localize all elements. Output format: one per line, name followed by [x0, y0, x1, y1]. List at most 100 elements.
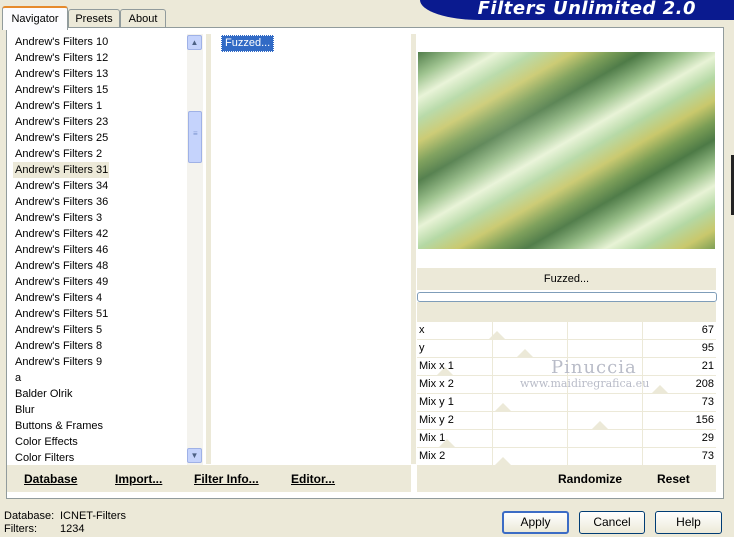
- slider-tick: [642, 322, 643, 339]
- slider-thumb[interactable]: [495, 403, 511, 411]
- parameter-label: y: [419, 342, 425, 354]
- column-divider: [206, 34, 211, 464]
- parameter-label: Mix x 1: [419, 360, 454, 372]
- parameter-value: 73: [701, 450, 714, 462]
- parameter-slider[interactable]: Mix 1 29: [417, 430, 716, 447]
- list-item[interactable]: a: [13, 370, 188, 386]
- parameter-value: 67: [701, 324, 714, 336]
- parameter-slider[interactable]: Mix 2 73: [417, 448, 716, 465]
- list-item[interactable]: Buttons & Frames: [13, 418, 188, 434]
- list-item[interactable]: Andrew's Filters 5: [13, 322, 188, 338]
- scroll-thumb[interactable]: ≡: [188, 111, 202, 163]
- list-item[interactable]: Color Effects: [13, 434, 188, 450]
- apply-button[interactable]: Apply: [502, 511, 569, 534]
- scroll-down-button[interactable]: ▼: [187, 448, 202, 463]
- list-item[interactable]: Andrew's Filters 36: [13, 194, 188, 210]
- parameter-value: 29: [701, 432, 714, 444]
- list-item[interactable]: Andrew's Filters 2: [13, 146, 188, 162]
- slider-tick: [642, 412, 643, 429]
- category-list[interactable]: Andrew's Filters 10 Andrew's Filters 12 An…: [13, 34, 188, 466]
- watermark-site: www.maidiregrafica.eu: [520, 377, 650, 390]
- title-banner: Filters Unlimited 2.0: [420, 0, 734, 20]
- list-item[interactable]: Andrew's Filters 25: [13, 130, 188, 146]
- slider-tick: [567, 412, 568, 429]
- slider-tick: [642, 394, 643, 411]
- parameter-value: 21: [701, 360, 714, 372]
- list-item[interactable]: Andrew's Filters 1: [13, 98, 188, 114]
- list-item[interactable]: Andrew's Filters 8: [13, 338, 188, 354]
- window-edge: [724, 20, 734, 537]
- slider-tick: [567, 448, 568, 465]
- list-item[interactable]: Andrew's Filters 34: [13, 178, 188, 194]
- filter-info-button[interactable]: Filter Info...: [194, 472, 259, 486]
- list-item[interactable]: Andrew's Filters 42: [13, 226, 188, 242]
- grip-lines-icon: ≡: [193, 129, 198, 138]
- list-item[interactable]: Andrew's Filters 23: [13, 114, 188, 130]
- editor-button[interactable]: Editor...: [291, 472, 335, 486]
- list-item[interactable]: Andrew's Filters 4: [13, 290, 188, 306]
- slider-thumb[interactable]: [517, 349, 533, 357]
- slider-tick: [642, 340, 643, 357]
- filter-preview: [418, 52, 715, 249]
- list-item[interactable]: Andrew's Filters 13: [13, 66, 188, 82]
- import-button[interactable]: Import...: [115, 472, 162, 486]
- database-button[interactable]: Database: [24, 472, 77, 486]
- slider-tick: [492, 448, 493, 465]
- slider-tick: [492, 376, 493, 393]
- category-scrollbar[interactable]: [187, 34, 203, 465]
- slider-tick: [567, 394, 568, 411]
- triangle-down-icon: ▼: [190, 451, 199, 460]
- list-item[interactable]: Andrew's Filters 49: [13, 274, 188, 290]
- slider-tick: [567, 322, 568, 339]
- tab-navigator[interactable]: Navigator: [2, 6, 68, 30]
- slider-tick: [492, 430, 493, 447]
- cancel-button[interactable]: Cancel: [579, 511, 645, 534]
- database-label: Database:: [4, 510, 55, 522]
- parameter-label: Mix y 1: [419, 396, 454, 408]
- parameter-label: Mix y 2: [419, 414, 454, 426]
- slider-thumb[interactable]: [592, 421, 608, 429]
- help-button[interactable]: Help: [655, 511, 722, 534]
- filters-count: 1234: [60, 523, 85, 535]
- list-item[interactable]: Andrew's Filters 48: [13, 258, 188, 274]
- progress-bar: [417, 292, 717, 302]
- list-item[interactable]: Andrew's Filters 15: [13, 82, 188, 98]
- slider-tick: [567, 340, 568, 357]
- list-item[interactable]: Andrew's Filters 46: [13, 242, 188, 258]
- slider-thumb[interactable]: [495, 457, 511, 465]
- parameter-slider[interactable]: Mix y 2 156: [417, 412, 716, 429]
- list-item[interactable]: Andrew's Filters 10: [13, 34, 188, 50]
- list-item[interactable]: Andrew's Filters 3: [13, 210, 188, 226]
- slider-thumb[interactable]: [652, 385, 668, 393]
- list-item[interactable]: Andrew's Filters 12: [13, 50, 188, 66]
- parameter-label: Mix x 2: [419, 378, 454, 390]
- parameter-slider[interactable]: x 67: [417, 322, 716, 339]
- list-item[interactable]: Andrew's Filters 9: [13, 354, 188, 370]
- reset-button[interactable]: Reset: [657, 472, 690, 486]
- parameter-value: 95: [701, 342, 714, 354]
- slider-thumb[interactable]: [489, 331, 505, 339]
- slider-tick: [642, 358, 643, 375]
- randomize-button[interactable]: Randomize: [558, 472, 622, 486]
- column-divider: [411, 34, 416, 464]
- list-item[interactable]: Andrew's Filters 51: [13, 306, 188, 322]
- preview-filter-name: Fuzzed...: [417, 268, 716, 290]
- filter-item-selected[interactable]: Fuzzed...: [221, 35, 275, 52]
- parameter-value: 208: [695, 378, 714, 390]
- banner-title: Filters Unlimited 2.0: [477, 0, 696, 19]
- watermark-name: Pinuccia: [551, 357, 637, 378]
- list-item[interactable]: Andrew's Filters 31: [13, 162, 109, 178]
- database-value: ICNET-Filters: [60, 510, 126, 522]
- parameter-label: Mix 2: [419, 450, 446, 462]
- tab-presets[interactable]: Presets: [68, 9, 120, 28]
- slider-tick: [492, 412, 493, 429]
- triangle-up-icon: ▲: [190, 38, 199, 47]
- tab-about[interactable]: About: [120, 9, 166, 28]
- parameter-slider[interactable]: Mix y 1 73: [417, 394, 716, 411]
- scroll-up-button[interactable]: ▲: [187, 35, 202, 50]
- list-item[interactable]: Balder Olrik: [13, 386, 188, 402]
- parameter-value: 156: [695, 414, 714, 426]
- list-item[interactable]: Blur: [13, 402, 188, 418]
- list-item[interactable]: Color Filters: [13, 450, 188, 466]
- parameter-slider[interactable]: y 95: [417, 340, 716, 357]
